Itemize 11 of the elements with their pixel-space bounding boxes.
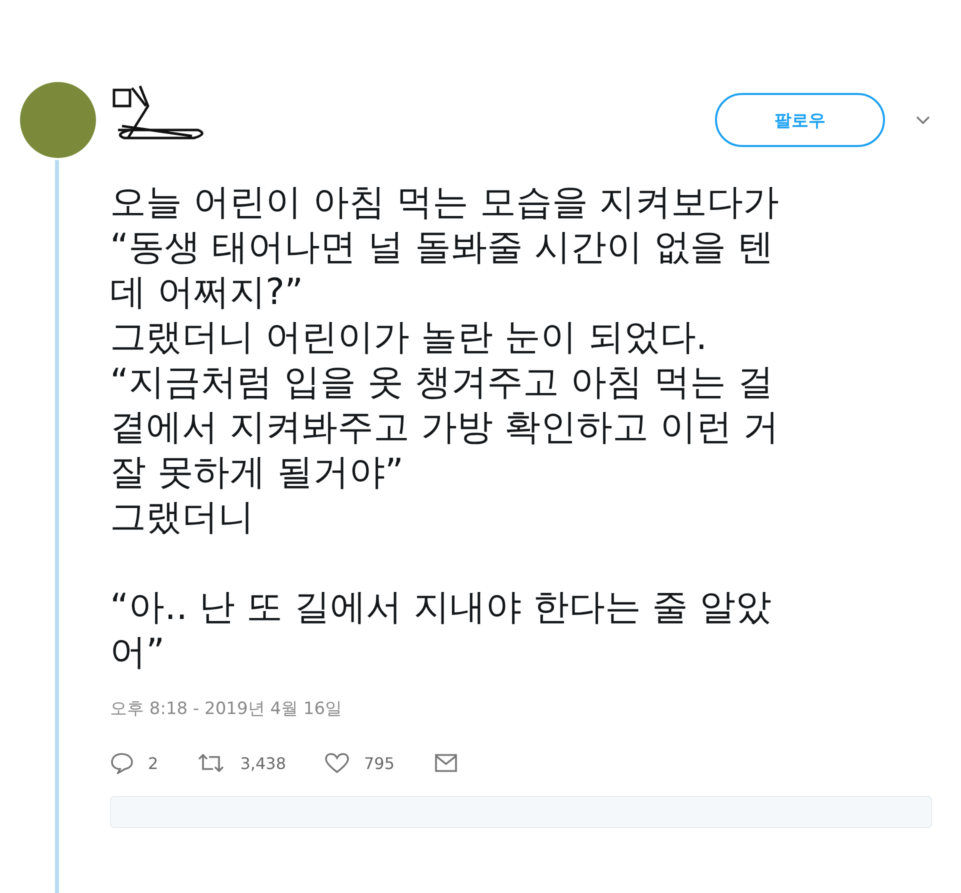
tweet-text: 오늘 어린이 아침 먹는 모습을 지켜보다가 “동생 태어나면 널 돌봐줄 시간이 없을 텐 데 어쩌지?” 그랬더니 어린이가 놀란 눈이 되었다. “지금처럼 입을 옷 챙겨주고 아침 먹는 걸 곁에서 지켜봐주고 가방 확인하고 이런 거 잘 못하게 될거야” 그랬더니 “아.. 난 또 길에서 지내야 한다는 줄 알았 어”: [110, 181, 780, 675]
timestamp: 오후 8:18 - 2019년 4월 16일: [110, 698, 344, 720]
reply-icon[interactable]: [110, 752, 134, 774]
action-count: 3,438: [240, 754, 286, 772]
chevron-down-icon[interactable]: [915, 115, 931, 125]
envelope-icon[interactable]: [432, 752, 459, 774]
action-count: 2: [148, 754, 158, 772]
action-count: 795: [364, 754, 395, 772]
retweet-icon[interactable]: [196, 752, 226, 774]
follow-button[interactable]: 팔로우: [715, 93, 885, 147]
heart-icon[interactable]: [324, 752, 350, 774]
